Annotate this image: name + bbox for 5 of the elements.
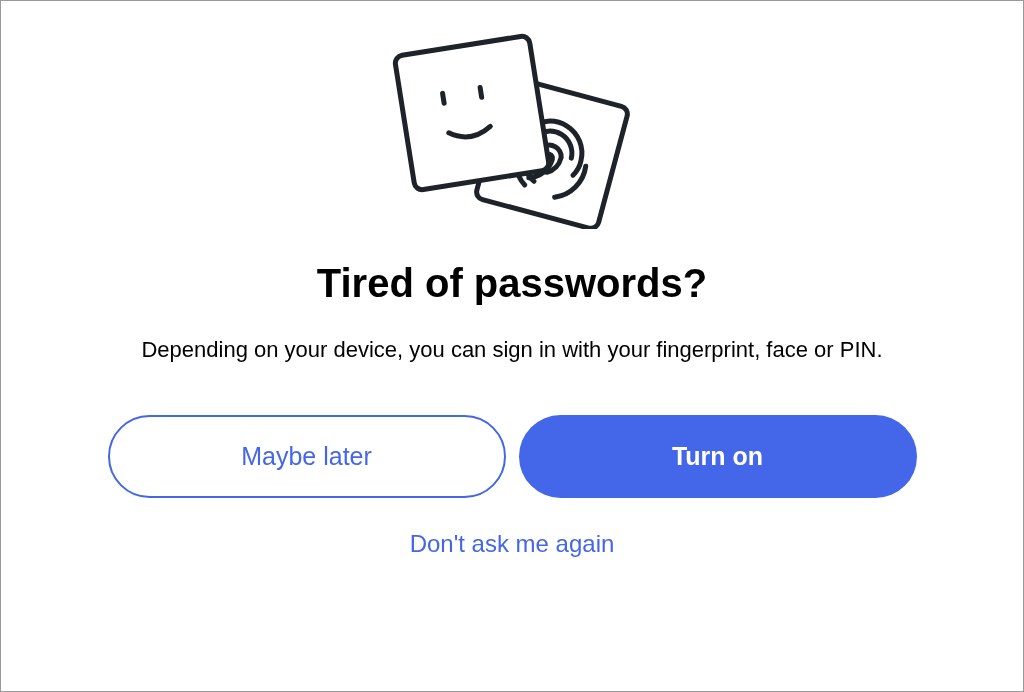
dont-ask-link[interactable]: Don't ask me again (409, 530, 615, 558)
dialog-title: Tired of passwords? (316, 260, 708, 307)
turn-on-button[interactable]: Turn on (518, 415, 917, 498)
maybe-later-button[interactable]: Maybe later (107, 415, 506, 498)
dialog-message: Depending on your device, you can sign in with your fingerprint, face or PIN. (140, 336, 884, 364)
